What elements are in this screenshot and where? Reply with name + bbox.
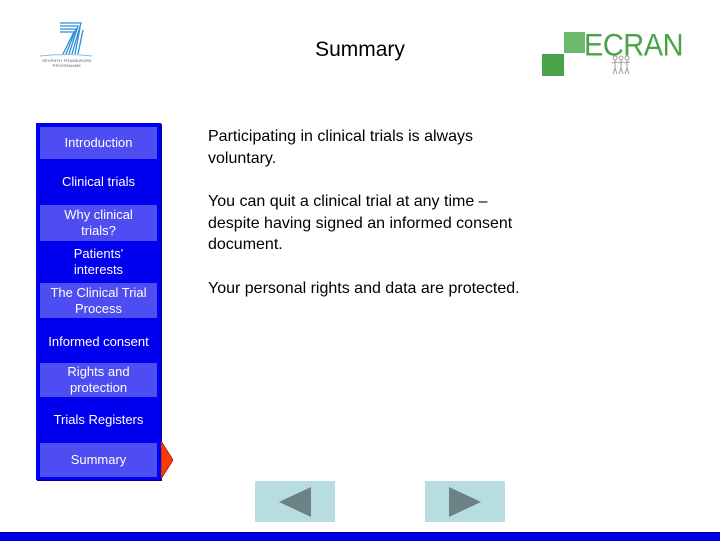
sidebar-item-label: Patients' interests — [73, 246, 124, 277]
previous-button[interactable] — [255, 481, 335, 522]
people-figures-icon — [611, 55, 631, 75]
content-paragraph: Participating in clinical trials is alwa… — [208, 128, 473, 167]
fp7-caption: SEVENTH FRAMEWORK PROGRAMME — [42, 58, 92, 68]
sidebar-item-why-clinical-trials[interactable]: Why clinical trials? — [40, 205, 157, 241]
sidebar-item-label: Clinical trials — [62, 174, 135, 189]
sidebar-item-patients-interests[interactable]: Patients' interests — [40, 241, 157, 283]
triangle-left-icon — [279, 486, 311, 517]
sidebar-item-label: Why clinical trials? — [64, 207, 133, 238]
sidebar-item-introduction[interactable]: Introduction — [40, 127, 157, 159]
sidebar-item-clinical-trial-process[interactable]: The Clinical Trial Process — [40, 283, 157, 318]
triangle-right-icon — [449, 486, 481, 517]
sidebar-item-label: Rights and protection — [67, 364, 130, 395]
content-paragraph: You can quit a clinical trial at any tim… — [208, 193, 513, 253]
sidebar-item-label: Introduction — [64, 135, 133, 150]
summary-content: Participating in clinical trials is alwa… — [208, 126, 528, 321]
sidebar-item-label: Trials Registers — [53, 412, 144, 427]
ecran-logo: ECRAN — [540, 28, 684, 80]
sidebar-item-clinical-trials[interactable]: Clinical trials — [40, 163, 157, 201]
sidebar-item-informed-consent[interactable]: Informed consent — [40, 322, 157, 362]
sidebar-item-summary[interactable]: Summary — [40, 443, 157, 477]
ecran-square-dark — [542, 54, 564, 76]
sidebar-item-label: Informed consent — [48, 334, 149, 349]
sidebar-item-trials-registers[interactable]: Trials Registers — [40, 399, 157, 441]
ecran-logo-text: ECRAN — [584, 28, 684, 64]
ecran-square-light — [564, 32, 585, 53]
sidebar-item-rights-and-protection[interactable]: Rights and protection — [40, 363, 157, 397]
page-title: Summary — [315, 38, 405, 61]
next-button[interactable] — [425, 481, 505, 522]
sidebar-nav: Introduction Clinical trials Why clinica… — [36, 123, 161, 480]
content-paragraph: Your personal rights and data are protec… — [208, 279, 520, 297]
sidebar-item-label: Summary — [70, 452, 127, 467]
pointer-arrow-icon — [161, 441, 173, 479]
sidebar-item-label: The Clinical Trial Process — [50, 284, 147, 316]
